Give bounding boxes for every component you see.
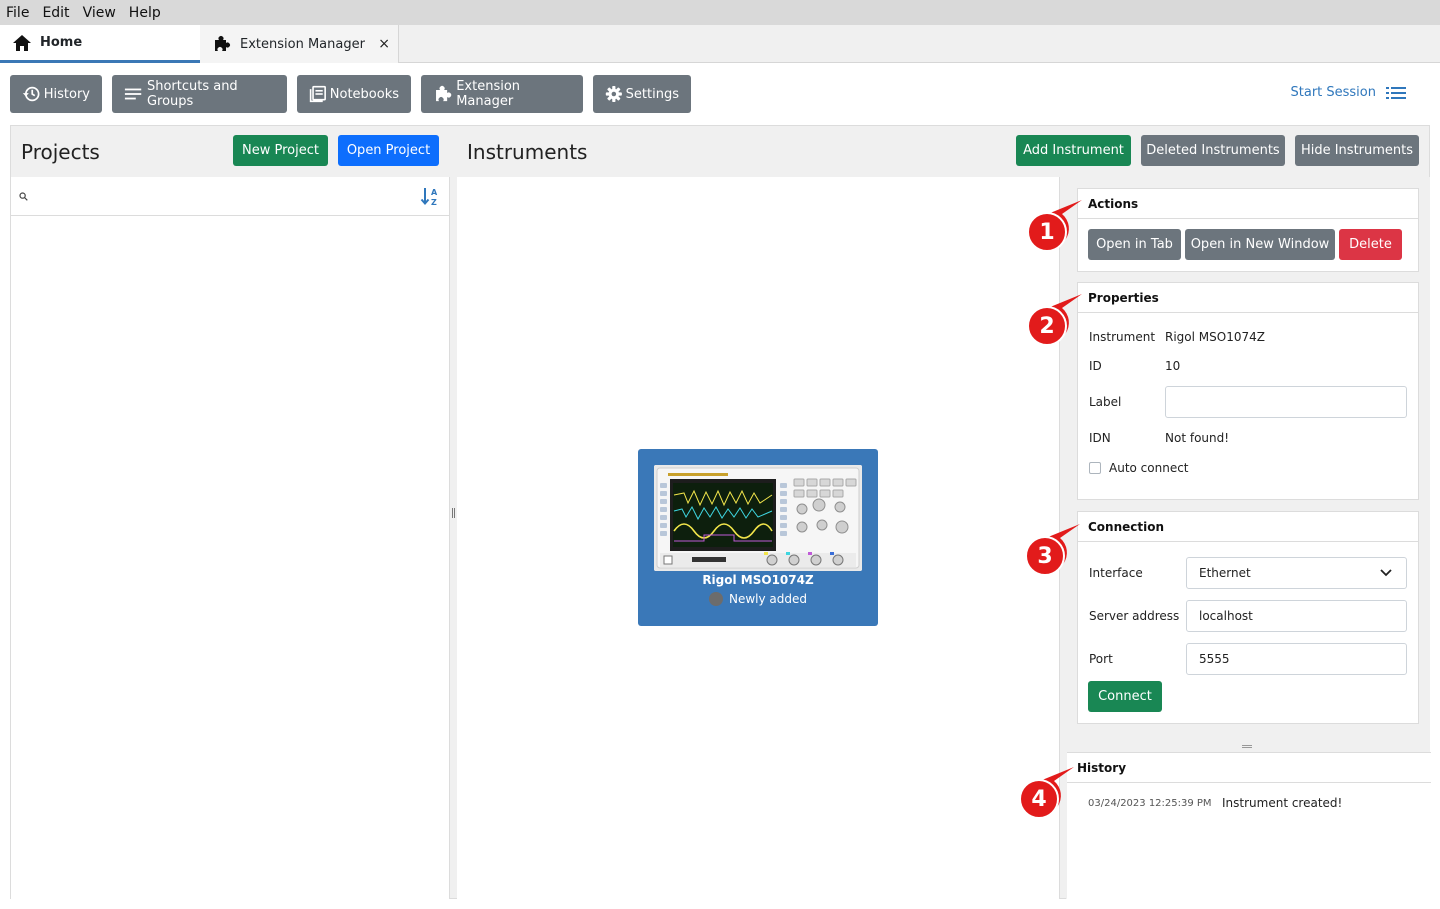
panel-splitter[interactable] xyxy=(450,126,457,898)
open-in-tab-button[interactable]: Open in Tab xyxy=(1088,229,1181,260)
server-address-label: Server address xyxy=(1089,609,1180,623)
tab-extension-manager-label: Extension Manager xyxy=(240,36,365,52)
interface-select[interactable]: Ethernet xyxy=(1186,557,1407,589)
label-input[interactable] xyxy=(1165,386,1407,418)
status-dot-icon xyxy=(708,592,723,606)
history-splitter-handle[interactable] xyxy=(1242,747,1252,748)
history-entry-time: 03/24/2023 12:25:39 PM xyxy=(1088,798,1212,809)
tab-bar: Home Extension Manager × xyxy=(0,25,1440,63)
delete-button[interactable]: Delete xyxy=(1339,229,1402,260)
oscilloscope-image xyxy=(654,465,862,571)
interface-label: Interface xyxy=(1089,566,1143,580)
history-icon xyxy=(22,86,40,102)
extension-manager-button[interactable]: Extension Manager xyxy=(421,75,583,113)
actions-box: Actions Open in Tab Open in New Window D… xyxy=(1077,188,1419,272)
instrument-card[interactable]: Rigol MSO1074Z Newly added xyxy=(638,449,878,626)
tab-home[interactable]: Home xyxy=(0,25,200,63)
annotation-marker-2: 2 xyxy=(1024,294,1082,352)
instrument-value: Rigol MSO1074Z xyxy=(1165,330,1265,344)
port-label: Port xyxy=(1089,652,1113,666)
add-instrument-button[interactable]: Add Instrument xyxy=(1016,135,1131,166)
auto-connect-label: Auto connect xyxy=(1109,461,1189,475)
idn-label: IDN xyxy=(1089,431,1111,445)
tab-home-label: Home xyxy=(40,35,83,50)
new-project-button[interactable]: New Project xyxy=(233,135,328,166)
main-area: Projects New Project Open Project AZ Ins… xyxy=(10,125,1431,899)
annotation-marker-4: 4 xyxy=(1016,767,1074,825)
history-button[interactable]: History xyxy=(10,75,102,113)
menu-bar: File Edit View Help xyxy=(0,0,1440,25)
hide-instruments-button[interactable]: Hide Instruments xyxy=(1295,135,1419,166)
project-search-input[interactable] xyxy=(33,183,413,209)
list-icon xyxy=(1386,86,1406,99)
server-address-input[interactable]: localhost xyxy=(1186,600,1407,632)
connection-box: Connection Interface Ethernet Server add… xyxy=(1077,511,1419,724)
deleted-instruments-button[interactable]: Deleted Instruments xyxy=(1141,135,1285,166)
history-entry-text: Instrument created! xyxy=(1222,796,1343,810)
open-in-new-window-button[interactable]: Open in New Window xyxy=(1185,229,1335,260)
instruments-canvas: Rigol MSO1074Z Newly added xyxy=(457,177,1060,899)
id-value: 10 xyxy=(1165,359,1181,373)
start-session-link[interactable]: Start Session xyxy=(1291,85,1406,100)
connection-title: Connection xyxy=(1078,512,1418,542)
menu-file[interactable]: File xyxy=(6,5,29,21)
history-title: History xyxy=(1067,753,1431,783)
open-project-button[interactable]: Open Project xyxy=(338,135,439,166)
connect-button[interactable]: Connect xyxy=(1088,681,1162,712)
idn-value: Not found! xyxy=(1165,431,1230,445)
list-icon xyxy=(124,88,142,100)
history-splitter-handle[interactable] xyxy=(1242,745,1252,746)
home-icon xyxy=(13,34,31,51)
instruments-header: Instruments Add Instrument Deleted Instr… xyxy=(457,126,1429,177)
annotation-marker-1: 1 xyxy=(1024,200,1082,258)
menu-edit[interactable]: Edit xyxy=(42,5,69,21)
projects-header: Projects New Project Open Project xyxy=(11,126,450,177)
chevron-down-icon xyxy=(1380,569,1392,577)
close-icon[interactable]: × xyxy=(378,36,390,52)
svg-text:Z: Z xyxy=(431,198,437,207)
puzzle-icon xyxy=(215,36,230,51)
id-label: ID xyxy=(1089,359,1102,373)
history-panel: History 03/24/2023 12:25:39 PM Instrumen… xyxy=(1067,752,1431,899)
properties-title: Properties xyxy=(1078,283,1418,313)
instrument-card-status: Newly added xyxy=(638,592,878,606)
shortcuts-and-groups-button[interactable]: Shortcuts and Groups xyxy=(112,75,287,113)
instrument-label: Instrument xyxy=(1089,330,1156,344)
auto-connect-checkbox[interactable] xyxy=(1089,462,1101,474)
tab-extension-manager[interactable]: Extension Manager × xyxy=(200,25,399,63)
menu-help[interactable]: Help xyxy=(129,5,161,21)
search-icon xyxy=(19,192,28,201)
projects-panel: AZ xyxy=(11,177,450,899)
oscilloscope-icon xyxy=(654,465,862,571)
svg-text:A: A xyxy=(431,188,438,197)
notebooks-button[interactable]: Notebooks xyxy=(297,75,411,113)
toolbar: History Shortcuts and Groups Notebooks E… xyxy=(0,63,1440,125)
menu-view[interactable]: View xyxy=(83,5,116,21)
sort-alpha-icon[interactable]: AZ xyxy=(420,186,440,208)
annotation-marker-3: 3 xyxy=(1022,524,1080,582)
instrument-card-name: Rigol MSO1074Z xyxy=(702,573,814,587)
settings-button[interactable]: Settings xyxy=(593,75,691,113)
puzzle-icon xyxy=(436,85,452,102)
actions-title: Actions xyxy=(1078,189,1418,219)
project-search-row: AZ xyxy=(11,177,450,216)
label-label: Label xyxy=(1089,395,1122,409)
notebook-icon xyxy=(309,85,326,103)
properties-box: Properties Instrument Rigol MSO1074Z ID … xyxy=(1077,282,1419,500)
port-input[interactable]: 5555 xyxy=(1186,643,1407,675)
projects-title: Projects xyxy=(21,140,100,164)
instruments-title: Instruments xyxy=(467,140,588,164)
gear-icon xyxy=(605,85,622,103)
